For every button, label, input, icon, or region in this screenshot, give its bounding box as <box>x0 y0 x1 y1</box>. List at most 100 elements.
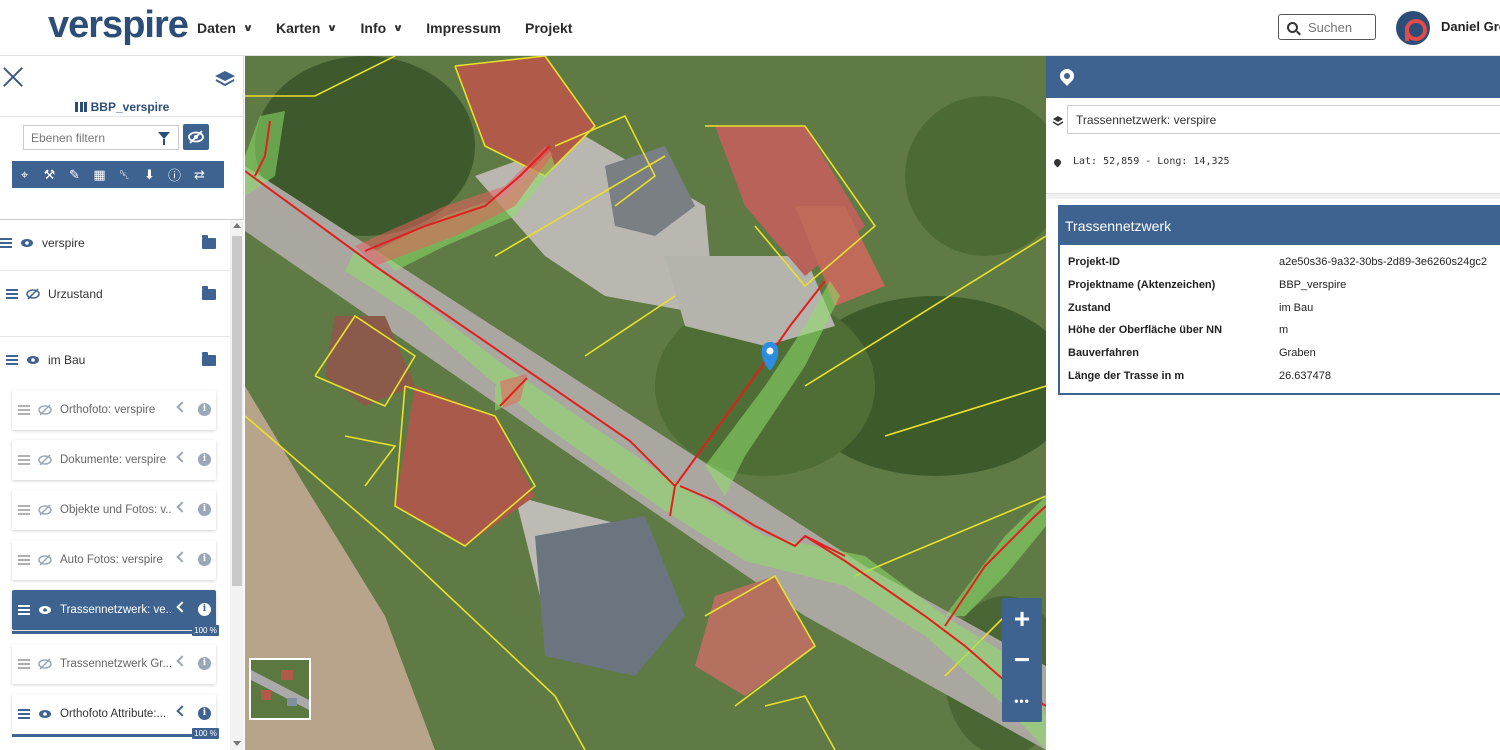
chevron-left-icon[interactable] <box>176 655 188 667</box>
layer-toolbar: ⌖ ⚒ ✎ ▦ ␡ ⬇ ⓘ ⇄ <box>12 161 224 188</box>
chevron-left-icon[interactable] <box>176 401 188 413</box>
download-icon[interactable]: ⬇ <box>137 161 162 188</box>
eye-slash-icon[interactable] <box>38 553 52 567</box>
attribute-value: BBP_verspire <box>1279 279 1347 291</box>
chevron-left-icon[interactable] <box>176 501 188 513</box>
attribute-value: m <box>1279 324 1289 336</box>
layer-item-orthofoto[interactable]: Orthofoto: verspire i <box>12 390 216 430</box>
eye-icon[interactable] <box>26 353 40 367</box>
more-options-button[interactable]: ••• <box>1002 680 1042 721</box>
info-icon[interactable]: i <box>198 453 211 466</box>
chevron-left-icon[interactable] <box>176 705 188 717</box>
chevron-left-icon[interactable] <box>176 601 188 613</box>
eye-slash-icon[interactable] <box>38 403 52 417</box>
divider <box>0 116 244 117</box>
scroll-up-icon[interactable] <box>233 223 241 228</box>
layer-group-urzustand[interactable]: Urzustand <box>0 271 230 317</box>
layer-item-orthofoto-attribute[interactable]: Orthofoto Attribute:... i <box>12 694 216 734</box>
chevron-left-icon[interactable] <box>176 551 188 563</box>
basemap-switcher[interactable] <box>249 658 311 720</box>
layer-item-dokumente[interactable]: Dokumente: verspire i <box>12 440 216 480</box>
attribute-row: Bauverfahren Graben <box>1068 343 1500 365</box>
drag-handle-icon[interactable] <box>18 405 30 415</box>
layer-label: Dokumente: verspire <box>60 454 167 466</box>
attribute-key: Zustand <box>1068 302 1111 314</box>
close-icon[interactable] <box>2 66 24 88</box>
map-view[interactable]: + − ••• <box>245 56 1046 750</box>
swap-icon[interactable]: ⇄ <box>187 161 212 188</box>
feature-title: Trassennetzwerk <box>1060 207 1500 245</box>
folder-open-icon[interactable] <box>202 234 216 249</box>
info-icon[interactable]: i <box>198 403 211 416</box>
user-name[interactable]: Daniel Gre <box>1441 19 1500 34</box>
drag-handle-icon[interactable] <box>18 555 30 565</box>
layer-item-objekte-fotos[interactable]: Objekte und Fotos: v... i <box>12 490 216 530</box>
eye-icon[interactable] <box>38 707 52 721</box>
scrollbar[interactable] <box>230 220 244 750</box>
opacity-slider[interactable] <box>12 734 216 737</box>
layer-label: Trassennetzwerk: ve... <box>60 604 172 616</box>
drag-handle-icon[interactable] <box>18 455 30 465</box>
opacity-slider[interactable] <box>12 631 216 634</box>
brush-icon[interactable]: ✎ <box>62 161 87 188</box>
layer-group-verspire[interactable]: verspire <box>0 220 230 266</box>
info-icon[interactable]: i <box>198 553 211 566</box>
nav-daten[interactable]: Daten ∨ <box>197 20 253 36</box>
eye-slash-icon[interactable] <box>38 657 52 671</box>
drag-handle-icon[interactable] <box>6 355 18 365</box>
trash-icon[interactable]: ␡ <box>112 161 137 188</box>
eye-slash-icon[interactable] <box>38 453 52 467</box>
drag-handle-icon[interactable] <box>0 238 12 248</box>
eye-icon[interactable] <box>20 236 34 250</box>
drag-handle-icon[interactable] <box>18 505 30 515</box>
info-icon[interactable]: i <box>198 603 211 616</box>
top-bar: verspire Daten ∨ Karten ∨ Info ∨ Impressum … <box>0 0 1500 56</box>
layer-group-im-bau[interactable]: im Bau <box>0 337 230 383</box>
drag-handle-icon[interactable] <box>18 709 30 719</box>
eye-slash-icon[interactable] <box>183 124 209 150</box>
nav-impressum[interactable]: Impressum <box>426 20 501 36</box>
layer-list: verspire Urzustand im Bau Orthofoto: ver… <box>0 220 230 750</box>
chevron-left-icon[interactable] <box>176 451 188 463</box>
table-icon[interactable]: ▦ <box>87 161 112 188</box>
eye-slash-icon[interactable] <box>38 503 52 517</box>
info-icon[interactable]: i <box>198 503 211 516</box>
nav-projekt[interactable]: Projekt <box>525 20 572 36</box>
layers-icon[interactable] <box>214 68 236 90</box>
info-icon[interactable]: i <box>198 707 211 720</box>
logo[interactable]: verspire <box>48 4 189 47</box>
attribute-key: Länge der Trasse in m <box>1068 370 1185 382</box>
zoom-out-button[interactable]: − <box>1002 639 1042 680</box>
zoom-extent-icon[interactable]: ⌖ <box>12 161 37 188</box>
scroll-down-icon[interactable] <box>233 741 241 746</box>
avatar[interactable] <box>1396 11 1430 45</box>
group-label: Urzustand <box>48 287 103 301</box>
scroll-thumb[interactable] <box>232 236 242 586</box>
layer-filter-input[interactable]: Ebenen filtern <box>23 125 179 150</box>
drag-handle-icon[interactable] <box>18 659 30 669</box>
eye-icon[interactable] <box>38 603 52 617</box>
chevron-down-icon: ∨ <box>392 22 404 34</box>
drag-handle-icon[interactable] <box>6 289 18 299</box>
layer-item-trassennetzwerk-gr[interactable]: Trassennetzwerk Gr... i <box>12 644 216 684</box>
divider <box>1046 193 1500 199</box>
info-icon[interactable]: ⓘ <box>162 161 187 188</box>
wrench-icon[interactable]: ⚒ <box>37 161 62 188</box>
search-placeholder: Suchen <box>1308 19 1353 35</box>
nav-info[interactable]: Info ∨ <box>361 20 404 36</box>
attribute-value: a2e50s36-9a32-30bs-2d89-3e6260s24gc2 <box>1279 256 1487 268</box>
zoom-in-button[interactable]: + <box>1002 598 1042 639</box>
aerial-map <box>245 56 1046 750</box>
attribute-value: 26.637478 <box>1279 370 1331 382</box>
nav-karten[interactable]: Karten ∨ <box>276 20 338 36</box>
layer-item-auto-fotos[interactable]: Auto Fotos: verspire i <box>12 540 216 580</box>
layer-item-trassennetzwerk[interactable]: Trassennetzwerk: ve... i <box>12 590 216 630</box>
layer-select[interactable]: Trassennetzwerk: verspire <box>1067 105 1500 134</box>
info-icon[interactable]: i <box>198 657 211 670</box>
eye-slash-icon[interactable] <box>26 287 40 301</box>
folder-icon[interactable] <box>202 285 216 300</box>
drag-handle-icon[interactable] <box>18 605 30 615</box>
attribute-value: Graben <box>1279 347 1316 359</box>
folder-open-icon[interactable] <box>202 351 216 366</box>
search-input[interactable]: Suchen <box>1278 14 1376 40</box>
